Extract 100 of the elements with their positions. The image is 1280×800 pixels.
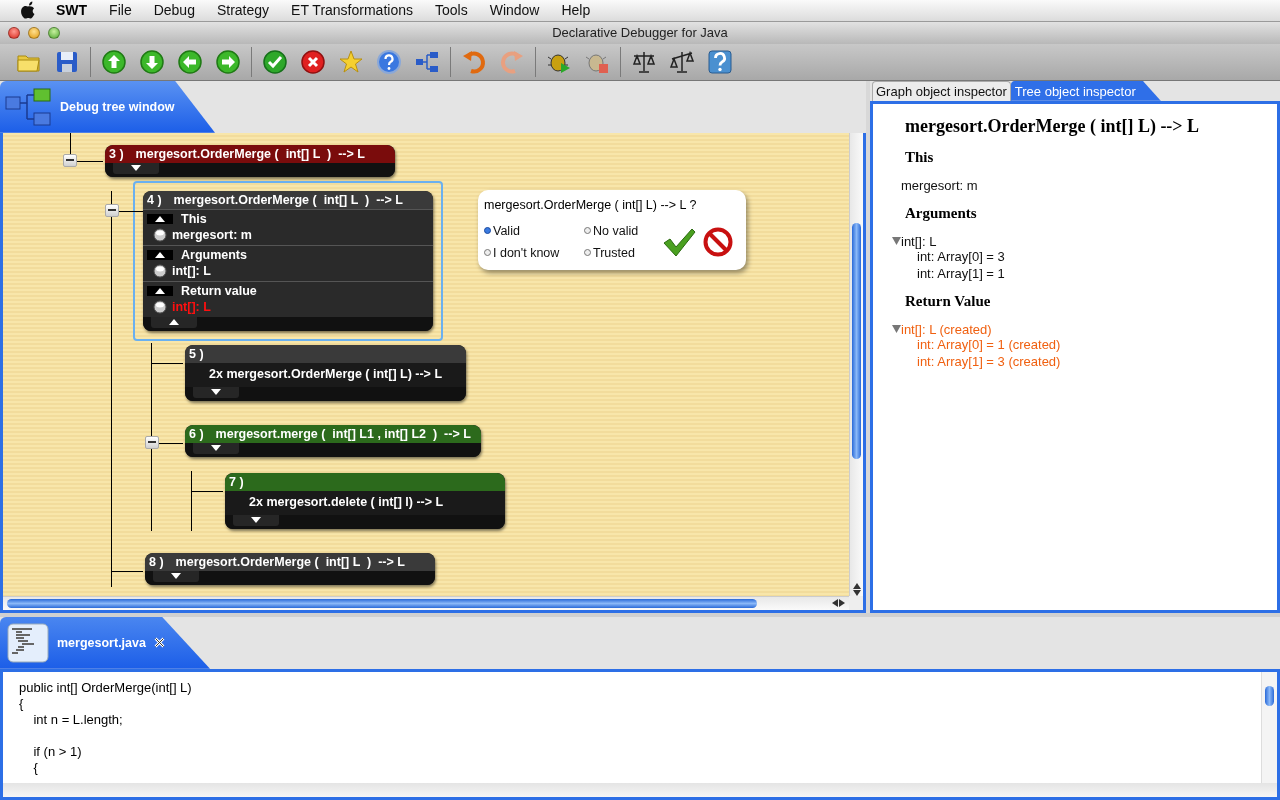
close-icon: [153, 637, 165, 649]
node-title: mergesort.OrderMerge ( int[] L ) --> L: [173, 192, 403, 207]
value-text: int[]: L: [172, 263, 211, 278]
node-title: mergesort.OrderMerge ( int[] L ) --> L: [175, 554, 405, 569]
section-heading: Arguments: [905, 204, 978, 222]
file-tab-label[interactable]: mergesort.java: [57, 635, 146, 650]
details-toggle[interactable]: [151, 316, 197, 328]
source-file-icon: [7, 622, 49, 663]
file-tab[interactable]: mergesort.java: [0, 616, 210, 669]
menu-item[interactable]: Strategy: [216, 2, 270, 19]
prohibited-icon: [702, 226, 734, 257]
down-triangle-icon: [211, 389, 221, 396]
section-toggle[interactable]: [147, 285, 173, 296]
tree-node[interactable]: 5 ) 2x mergesort.OrderMerge ( int[] L) --> L: [185, 344, 467, 401]
menu-item[interactable]: File: [109, 2, 132, 19]
menu-item[interactable]: Window: [489, 2, 540, 19]
expanded-triangle-icon[interactable]: [892, 325, 901, 334]
value-text: mergesort: m: [172, 227, 252, 242]
inspector-title: mergesort.OrderMerge ( int[] L) --> L: [905, 115, 1201, 137]
value-text: mergesort: m: [901, 177, 978, 193]
apple-logo-icon[interactable]: [20, 1, 36, 20]
minimize-window-button[interactable]: [28, 26, 40, 39]
down-triangle-icon: [211, 445, 221, 452]
tree-node[interactable]: 6 ) mergesort.merge ( int[] L1 , int[] L2 ) --> L: [185, 424, 481, 457]
collapse-button[interactable]: [63, 153, 77, 167]
window-title: Declarative Debugger for Java: [552, 25, 728, 41]
collapse-button[interactable]: [105, 203, 119, 217]
section-heading: This: [905, 148, 935, 166]
radio-option[interactable]: Valid: [484, 223, 584, 238]
details-toggle[interactable]: [233, 514, 279, 526]
menu-item[interactable]: Tools: [435, 2, 468, 19]
node-title: mergesort.OrderMerge ( int[] L ) --> L: [135, 146, 365, 161]
node-call-text: 2x mergesort.delete ( int[] l) --> L: [248, 493, 445, 511]
menu-item[interactable]: ET Transformations: [291, 2, 413, 19]
tree-node[interactable]: 4 ) mergesort.OrderMerge ( int[] L ) --> L This mergesort: m Arguments int[]: L Return value int[]: L: [143, 190, 433, 331]
value-text: int: Array[0] = 3: [917, 248, 1006, 264]
value-text: int[]: L (created): [901, 321, 992, 337]
details-toggle[interactable]: [153, 570, 199, 582]
debug-tree-tab[interactable]: Debug tree window: [0, 80, 215, 133]
details-toggle[interactable]: [193, 442, 239, 454]
collapse-button[interactable]: [145, 435, 159, 449]
value-text: int: Array[1] = 1: [917, 265, 1006, 281]
close-window-button[interactable]: [8, 26, 20, 39]
scroll-left-arrow-icon[interactable]: [832, 599, 838, 608]
up-triangle-icon: [155, 251, 165, 258]
up-triangle-icon: [155, 215, 165, 222]
horizontal-scrollbar[interactable]: [3, 783, 1277, 797]
tree-node[interactable]: 7 ) 2x mergesort.delete ( int[] l) --> L: [225, 472, 505, 529]
code-line: int n = L.length;: [32, 711, 124, 728]
value-text: int: Array[0] = 1 (created): [917, 336, 1062, 352]
node-call-text: 2x mergesort.OrderMerge ( int[] L) --> L: [208, 365, 444, 383]
expanded-triangle-icon[interactable]: [892, 237, 901, 246]
sphere-icon: [153, 299, 167, 314]
close-button[interactable]: [153, 637, 165, 649]
section-toggle[interactable]: [147, 249, 173, 260]
vertical-scrollbar[interactable]: [1261, 671, 1277, 783]
node-number: 4 ): [147, 192, 162, 207]
inspector-tab[interactable]: Graph object inspector: [872, 80, 1011, 101]
confirm-button[interactable]: [662, 226, 696, 257]
checkmark-icon: [662, 226, 696, 257]
scroll-up-arrow-icon[interactable]: [852, 582, 861, 589]
radio-option[interactable]: No valid: [584, 223, 656, 238]
down-triangle-icon: [251, 517, 261, 524]
down-triangle-icon: [131, 165, 141, 172]
section-heading: Arguments: [181, 247, 247, 262]
popup-question: mergesort.OrderMerge ( int[] L) --> L ?: [484, 197, 698, 212]
section-heading: Return Value: [905, 292, 992, 310]
zoom-window-button[interactable]: [48, 26, 60, 39]
value-text: int[]: L: [901, 233, 937, 249]
scroll-down-arrow-icon[interactable]: [852, 589, 861, 596]
node-number: 7 ): [229, 474, 244, 489]
section-toggle[interactable]: [147, 213, 173, 224]
down-triangle-icon: [171, 573, 181, 580]
details-toggle[interactable]: [193, 386, 239, 398]
node-number: 5 ): [189, 346, 204, 361]
node-title: mergesort.merge ( int[] L1 , int[] L2 ) --> L: [215, 426, 471, 441]
radio-option[interactable]: I don't know: [484, 245, 584, 260]
node-number: 3 ): [109, 146, 124, 161]
node-number: 6 ): [189, 426, 204, 441]
tree-node[interactable]: 8 ) mergesort.OrderMerge ( int[] L ) --> L: [145, 552, 435, 585]
tree-node[interactable]: 3 ) mergesort.OrderMerge ( int[] L ) --> L: [105, 144, 395, 177]
details-toggle[interactable]: [113, 162, 159, 174]
section-heading: This: [181, 211, 207, 226]
menu-item[interactable]: Debug: [153, 2, 195, 19]
node-number: 8 ): [149, 554, 164, 569]
section-heading: Return value: [181, 283, 257, 298]
value-text: int[]: L: [172, 299, 211, 314]
cancel-button[interactable]: [702, 226, 734, 257]
vertical-scrollbar[interactable]: [849, 132, 863, 596]
code-line: public int[] OrderMerge(int[] L): [19, 679, 193, 696]
app-name[interactable]: SWT: [56, 2, 88, 19]
radio-option[interactable]: Trusted: [584, 245, 656, 260]
up-triangle-icon: [169, 319, 179, 326]
tree-diagram-icon: [4, 86, 52, 127]
scroll-right-arrow-icon[interactable]: [839, 599, 845, 608]
menu-item[interactable]: Help: [561, 2, 591, 19]
up-triangle-icon: [155, 287, 165, 294]
code-line: if (n > 1): [32, 743, 83, 760]
code-line: {: [19, 695, 25, 712]
code-line: {: [32, 759, 39, 776]
